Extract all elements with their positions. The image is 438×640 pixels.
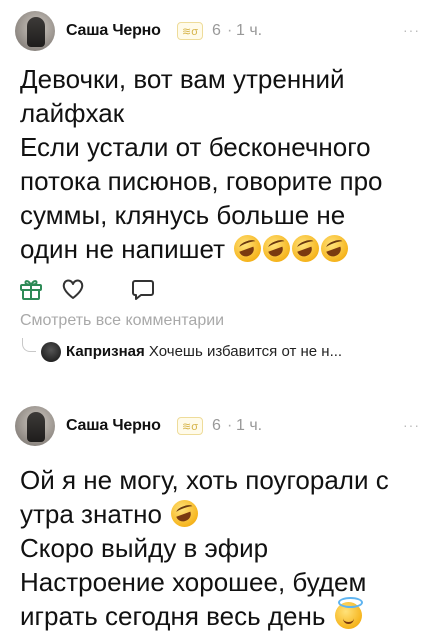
post-line: Если устали от бесконечного: [20, 132, 371, 162]
rofl-emoji-icon: [171, 500, 199, 527]
top-comment-text: Капризная Хочешь избавится от не н...: [66, 343, 422, 360]
comment-icon[interactable]: [130, 276, 156, 302]
heart-icon[interactable]: [60, 276, 86, 302]
post-header: Саша Черно ≋σ 6 · 1 ч. ···: [0, 403, 438, 453]
halo-emoji-icon: [334, 597, 363, 629]
level-badge: ≋σ: [177, 417, 204, 435]
more-options-icon[interactable]: ···: [403, 22, 420, 38]
post-line: Скоро выйду в эфир: [20, 533, 269, 563]
more-options-icon[interactable]: ···: [403, 417, 420, 433]
separator-dot: ·: [227, 417, 233, 434]
post-line: Девочки, вот вам утренний: [20, 64, 345, 94]
commenter-avatar[interactable]: [41, 342, 61, 362]
post-line: суммы, клянусь больше не: [20, 200, 346, 230]
gift-icon[interactable]: [18, 276, 44, 302]
author-name[interactable]: Саша Черно: [66, 417, 161, 435]
post-2: Саша Черно ≋σ 6 · 1 ч. ··· Ой я не могу,…: [0, 403, 438, 633]
rofl-emoji-icon: [292, 235, 320, 262]
post-line: Ой я не могу, хоть поугорали с: [20, 465, 389, 495]
post-text: Девочки, вот вам утренний лайфхак Если у…: [0, 62, 438, 266]
post-line: лайфхак: [20, 98, 125, 128]
level-number: 6: [212, 22, 221, 39]
level-number: 6: [212, 417, 221, 434]
post-time: 1 ч.: [236, 22, 263, 39]
rofl-emoji-icon: [234, 235, 262, 262]
author-avatar[interactable]: [15, 11, 55, 51]
rofl-emoji-icon: [263, 235, 291, 262]
post-line: утра знатно: [20, 499, 162, 529]
post-line: потока писюнов, говорите про: [20, 166, 383, 196]
post-actions: [0, 272, 438, 308]
author-avatar[interactable]: [15, 406, 55, 446]
separator-dot: ·: [227, 22, 233, 39]
post-line-with-emoji: играть сегодня весь день: [20, 597, 422, 633]
reply-connector: [22, 338, 36, 352]
comment-body: Хочешь избавится от не н...: [148, 343, 343, 360]
level-badge: ≋σ: [177, 22, 204, 40]
post-line: играть сегодня весь день: [20, 601, 326, 631]
view-all-comments-link[interactable]: Смотреть все комментарии: [0, 312, 438, 330]
post-line-with-emoji: утра знатно: [20, 497, 422, 531]
rofl-emoji-icon: [321, 235, 349, 262]
top-comment[interactable]: Капризная Хочешь избавится от не н...: [0, 338, 438, 368]
post-text: Ой я не могу, хоть поугорали с утра знат…: [0, 463, 438, 633]
post-header: Саша Черно ≋σ 6 · 1 ч. ···: [0, 8, 438, 58]
author-name[interactable]: Саша Черно: [66, 22, 161, 40]
post-line: один не напишет: [20, 234, 225, 264]
commenter-name[interactable]: Капризная: [66, 343, 145, 360]
post-time: 1 ч.: [236, 417, 263, 434]
post-1: Саша Черно ≋σ 6 · 1 ч. ··· Девочки, вот …: [0, 8, 438, 368]
post-line-with-emoji: один не напишет: [20, 232, 422, 266]
post-line: Настроение хорошее, будем: [20, 567, 367, 597]
